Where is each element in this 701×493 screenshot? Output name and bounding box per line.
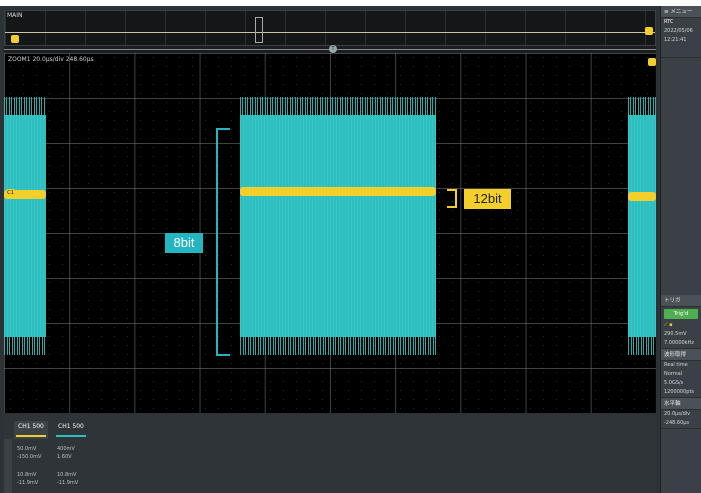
acquisition-title: 波形取得 <box>661 349 701 361</box>
label-8bit: 8bit <box>165 233 203 253</box>
ch1-tab[interactable]: CH1 500 <box>14 421 48 439</box>
cyan-burst-left <box>4 97 46 355</box>
label-12bit: 12bit <box>464 189 511 209</box>
trigger-position-marker[interactable]: T <box>329 45 337 53</box>
rtc-date: 2022/05/06 <box>664 28 693 34</box>
cyan-burst-right <box>628 97 656 355</box>
ch2-value-3: 10.8mV <box>57 472 77 478</box>
ch2-value-2: 1.60V <box>57 454 72 460</box>
cyan-burst-center <box>240 97 436 355</box>
overview-strip[interactable]: MAIN <box>4 10 656 46</box>
trigger-level: 290.5mV <box>664 331 687 337</box>
yellow-trace-right <box>628 192 656 201</box>
ch2-color-bar <box>56 435 86 437</box>
ch2-tab[interactable]: CH1 500 <box>54 421 88 439</box>
zoom-window-marker[interactable] <box>255 17 263 43</box>
ch1-value-3: 10.8mV <box>17 472 37 478</box>
ch1-value-1: 50.0mV <box>17 446 37 452</box>
yellow-trace-center <box>240 187 436 196</box>
ch1-value-4: -11.9mV <box>17 480 39 486</box>
acquisition-section[interactable]: 波形取得 Real time Normal 5.0GS/s 1200000pts <box>661 349 701 398</box>
overview-channel-icon <box>11 35 19 43</box>
zoom-info-label: ZOOM1 20.0μs/div 248.60μs <box>8 56 94 63</box>
horizontal-position: -248.60μs <box>664 420 690 426</box>
ch1-value-2: -150.0mV <box>17 454 42 460</box>
time-ruler[interactable]: T <box>4 45 656 53</box>
acquisition-mode: Real time <box>664 362 688 368</box>
horizontal-title: 水平軸 <box>661 398 701 410</box>
bracket-8bit <box>216 128 230 356</box>
channel-panel: CH1 500 CH1 500 50.0mV -150.0mV 400mV 1.… <box>4 415 656 493</box>
side-tab[interactable] <box>4 439 12 493</box>
right-sidebar: ≡ メニュー RTC 2022/05/06 12:21:41 トリガ Trig'… <box>660 6 701 493</box>
trigger-section[interactable]: トリガ Trig'd ⟋ ▪ 290.5mV 7.00000kHz <box>661 295 701 349</box>
overview-label: MAIN <box>7 12 23 19</box>
rtc-section: RTC 2022/05/06 12:21:41 <box>661 18 701 58</box>
ch1-color-bar <box>16 435 46 437</box>
ch2-tab-label: CH1 500 <box>58 423 84 430</box>
horizontal-section[interactable]: 水平軸 20.0μs/div -248.60μs <box>661 398 701 429</box>
channel-marker[interactable]: C1 <box>6 189 15 198</box>
ch1-tab-label: CH1 500 <box>18 423 44 430</box>
waveform-display[interactable]: ZOOM1 20.0μs/div 248.60μs C1 <box>4 53 656 413</box>
overview-right-trigger-icon <box>645 27 653 35</box>
sample-rate: 5.0GS/s <box>664 380 684 386</box>
overview-trace <box>5 19 655 33</box>
right-trigger-icon <box>648 58 656 66</box>
rtc-label: RTC <box>664 19 674 25</box>
rtc-time: 12:21:41 <box>664 37 687 43</box>
trigger-status-badge: Trig'd <box>664 309 698 319</box>
oscilloscope-screen: MAIN T ZOOM1 20.0μs/div 248.60μs C1 8bit <box>0 6 701 493</box>
trigger-title: トリガ <box>661 295 701 307</box>
trigger-edge-icon: ⟋ ▪ <box>664 322 673 328</box>
horizontal-scale: 20.0μs/div <box>664 411 691 417</box>
record-length: 1200000pts <box>664 389 695 395</box>
ch2-value-1: 400mV <box>57 446 75 452</box>
menu-button[interactable]: ≡ メニュー <box>661 6 701 18</box>
acquisition-type: Normal <box>664 371 683 377</box>
trigger-frequency: 7.00000kHz <box>664 340 694 346</box>
bracket-12bit <box>447 189 457 208</box>
ch2-value-4: -11.9mV <box>57 480 79 486</box>
